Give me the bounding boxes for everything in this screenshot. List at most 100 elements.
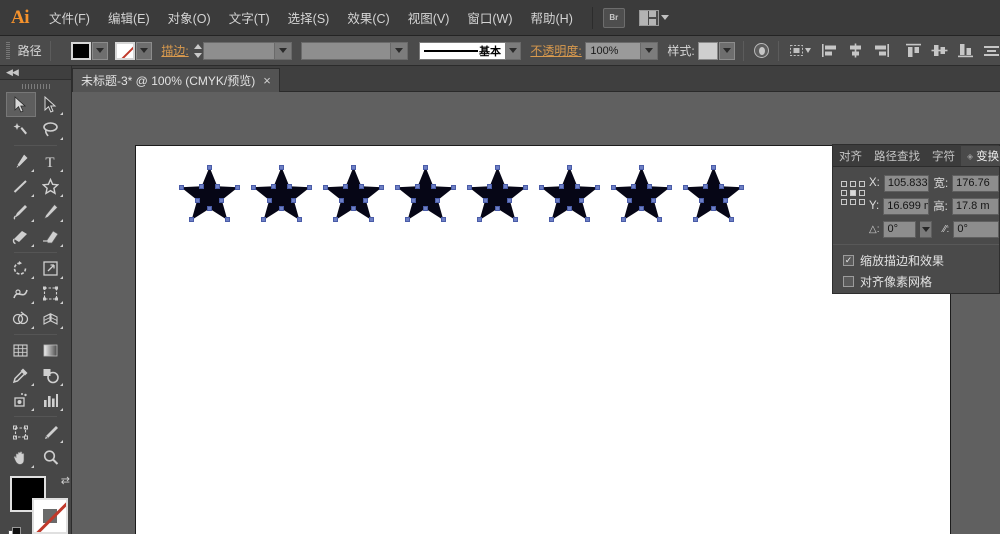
star-shape[interactable]	[250, 164, 313, 224]
anchor-point[interactable]	[279, 206, 284, 211]
anchor-point[interactable]	[667, 185, 672, 190]
anchor-point[interactable]	[379, 185, 384, 190]
anchor-point[interactable]	[513, 217, 518, 222]
stroke-weight-dropdown[interactable]	[275, 41, 293, 60]
anchor-point[interactable]	[279, 165, 284, 170]
align-right-icon[interactable]	[872, 41, 890, 61]
align-top-icon[interactable]	[904, 41, 922, 61]
reference-point-selector[interactable]	[841, 181, 865, 205]
stroke-profile-dropdown[interactable]	[391, 41, 409, 60]
artboard[interactable]	[135, 145, 951, 534]
anchor-point[interactable]	[215, 184, 220, 189]
anchor-point[interactable]	[287, 184, 292, 189]
anchor-point[interactable]	[699, 198, 704, 203]
tab-align[interactable]: 对齐	[833, 146, 868, 166]
transform-each-icon[interactable]	[787, 41, 812, 61]
ref-point-ml[interactable]	[841, 190, 847, 196]
mesh-tool[interactable]	[6, 338, 36, 363]
y-input[interactable]: 16.699 m	[883, 197, 929, 215]
anchor-point[interactable]	[267, 198, 272, 203]
anchor-point[interactable]	[567, 206, 572, 211]
ref-point-bc[interactable]	[850, 199, 856, 205]
anchor-point[interactable]	[343, 184, 348, 189]
menu-type[interactable]: 文字(T)	[220, 4, 279, 31]
type-tool[interactable]: T	[36, 149, 66, 174]
menu-select[interactable]: 选择(S)	[279, 4, 339, 31]
gradient-tool[interactable]	[36, 338, 66, 363]
width-input[interactable]: 176.76	[952, 174, 999, 192]
fill-swatch[interactable]	[71, 41, 92, 60]
opacity-combo[interactable]: 100%	[585, 41, 659, 60]
align-center-vertical-icon[interactable]	[930, 41, 948, 61]
magic-wand-tool[interactable]	[6, 117, 36, 142]
menu-effect[interactable]: 效果(C)	[338, 4, 398, 31]
menu-view[interactable]: 视图(V)	[399, 4, 459, 31]
anchor-point[interactable]	[539, 185, 544, 190]
anchor-point[interactable]	[495, 206, 500, 211]
stroke-profile-combo[interactable]	[301, 41, 409, 60]
star-shape[interactable]	[322, 164, 385, 224]
ref-point-tr[interactable]	[859, 181, 865, 187]
anchor-point[interactable]	[693, 217, 698, 222]
align-pixel-grid-checkbox[interactable]	[843, 276, 854, 287]
star-shape[interactable]	[394, 164, 457, 224]
hand-tool[interactable]	[6, 445, 36, 470]
opacity-dropdown[interactable]	[641, 41, 659, 60]
anchor-point[interactable]	[579, 198, 584, 203]
workspace-switcher-button[interactable]	[638, 9, 669, 26]
paintbrush-tool[interactable]	[6, 199, 36, 224]
anchor-point[interactable]	[729, 217, 734, 222]
anchor-point[interactable]	[189, 217, 194, 222]
stroke-swatch[interactable]	[115, 41, 136, 60]
anchor-point[interactable]	[507, 198, 512, 203]
height-input[interactable]: 17.8 m	[951, 197, 999, 215]
fill-stroke-indicator[interactable]: ⇄	[8, 475, 70, 534]
opacity-label[interactable]: 不透明度:	[530, 42, 581, 59]
anchor-point[interactable]	[351, 165, 356, 170]
stroke-control[interactable]	[115, 41, 153, 60]
anchor-point[interactable]	[549, 217, 554, 222]
perspective-grid-tool[interactable]	[36, 306, 66, 331]
anchor-point[interactable]	[423, 206, 428, 211]
shear-angle-input[interactable]: 0°	[953, 220, 999, 238]
rotate-angle-input[interactable]: 0°	[883, 220, 917, 238]
anchor-point[interactable]	[323, 185, 328, 190]
direct-selection-tool[interactable]	[36, 92, 66, 117]
anchor-point[interactable]	[441, 217, 446, 222]
anchor-point[interactable]	[639, 206, 644, 211]
distribute-icon[interactable]	[982, 41, 1000, 61]
anchor-point[interactable]	[423, 165, 428, 170]
stroke-profile-input[interactable]	[301, 41, 392, 60]
stroke-weight-label[interactable]: 描边:	[161, 42, 188, 59]
graphic-style-control[interactable]	[698, 41, 736, 60]
anchor-point[interactable]	[711, 206, 716, 211]
ref-point-br[interactable]	[859, 199, 865, 205]
anchor-point[interactable]	[621, 217, 626, 222]
anchor-point[interactable]	[235, 185, 240, 190]
star-shape[interactable]	[466, 164, 529, 224]
ref-point-mr[interactable]	[859, 190, 865, 196]
artboard-tool[interactable]	[6, 420, 36, 445]
anchor-point[interactable]	[225, 217, 230, 222]
anchor-point[interactable]	[395, 185, 400, 190]
anchor-point[interactable]	[567, 165, 572, 170]
selection-tool[interactable]	[6, 92, 36, 117]
shape-builder-tool[interactable]	[6, 306, 36, 331]
tab-transform[interactable]: ◈ 变换	[961, 146, 1000, 166]
opacity-input[interactable]: 100%	[585, 41, 642, 60]
tool-panel-header[interactable]: ◀◀	[0, 66, 71, 80]
anchor-point[interactable]	[415, 184, 420, 189]
panel-menu-icon[interactable]: ◈	[967, 152, 973, 161]
anchor-point[interactable]	[719, 184, 724, 189]
align-center-horizontal-icon[interactable]	[846, 41, 864, 61]
star-shape[interactable]	[178, 164, 241, 224]
line-segment-tool[interactable]	[6, 174, 36, 199]
collapse-panel-icon[interactable]: ◀◀	[6, 67, 19, 78]
stroke-weight-input[interactable]	[203, 41, 276, 60]
scale-strokes-effects-row[interactable]: ✓ 缩放描边和效果	[843, 252, 999, 269]
graphic-style-swatch[interactable]	[698, 41, 719, 60]
opacity-mask-icon[interactable]	[752, 41, 770, 61]
control-bar-grip[interactable]	[6, 41, 10, 60]
anchor-point[interactable]	[333, 217, 338, 222]
brush-definition-dropdown[interactable]	[506, 41, 522, 60]
